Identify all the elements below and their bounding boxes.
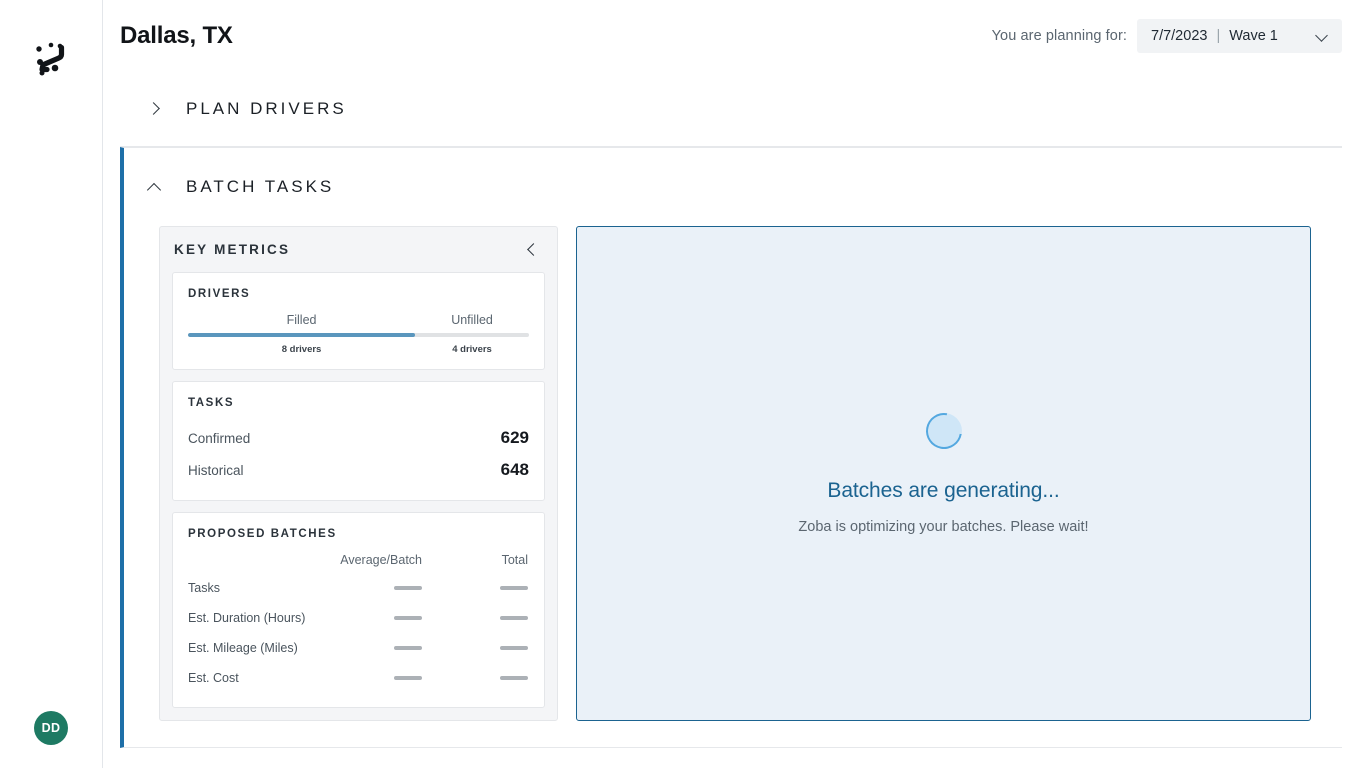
page-header: Dallas, TX You are planning for: 7/7/202… <box>103 0 1366 72</box>
wave-select[interactable]: 7/7/2023 | Wave 1 <box>1137 19 1342 53</box>
section-title-batch-tasks: BATCH TASKS <box>186 177 335 196</box>
table-row: Est. Cost <box>188 663 529 693</box>
drivers-filled-label: Filled <box>286 313 317 327</box>
wave-select-value: 7/7/2023 | Wave 1 <box>1151 28 1278 44</box>
wave-name: Wave 1 <box>1229 28 1278 44</box>
batches-loading-panel: Batches are generating... Zoba is optimi… <box>576 226 1311 721</box>
section-title-plan-drivers: PLAN DRIVERS <box>186 99 347 118</box>
skeleton-placeholder <box>500 586 528 590</box>
wave-separator: | <box>1216 28 1221 44</box>
app-root: DD Dallas, TX You are planning for: 7/7/… <box>0 0 1366 768</box>
skeleton-placeholder <box>394 616 422 620</box>
tasks-row-value: 648 <box>500 460 529 479</box>
batch-tasks-body: KEY METRICS DRIVERS Filled Unfilled 8 dr… <box>124 226 1342 747</box>
proposed-batches-row-average <box>329 616 439 620</box>
section-plan-drivers: PLAN DRIVERS <box>120 72 1342 147</box>
section-header-plan-drivers[interactable]: PLAN DRIVERS <box>120 72 1342 146</box>
proposed-batches-row-label: Tasks <box>188 581 220 595</box>
drivers-bar-labels: Filled Unfilled <box>188 313 529 327</box>
section-header-batch-tasks[interactable]: BATCH TASKS <box>124 148 1342 226</box>
header-right-group: You are planning for: 7/7/2023 | Wave 1 <box>992 19 1342 53</box>
tasks-row-label: Confirmed <box>188 431 251 446</box>
chevron-right-icon <box>146 101 162 117</box>
loading-spinner-icon <box>918 405 969 456</box>
table-row: Tasks <box>188 573 529 603</box>
table-row: Est. Mileage (Miles) <box>188 633 529 663</box>
loading-subtitle: Zoba is optimizing your batches. Please … <box>798 518 1089 535</box>
drivers-bar-counts: 8 drivers 4 drivers <box>188 344 529 355</box>
logo-container[interactable] <box>0 38 103 82</box>
drivers-card-title: DRIVERS <box>188 288 251 300</box>
skeleton-placeholder <box>500 616 528 620</box>
section-list: PLAN DRIVERS BATCH TASKS KEY METRICS DRI… <box>103 72 1366 768</box>
drivers-progress-fill <box>188 333 416 337</box>
proposed-batches-col-blank <box>188 553 329 567</box>
skeleton-placeholder <box>500 646 528 650</box>
planning-label: You are planning for: <box>991 28 1127 44</box>
chevron-left-icon[interactable] <box>523 241 541 259</box>
drivers-progress-bar <box>188 333 529 337</box>
table-row: Confirmed 629 <box>188 422 529 454</box>
chevron-up-icon <box>146 179 162 195</box>
drivers-unfilled-count: 4 drivers <box>452 344 492 355</box>
proposed-batches-card: PROPOSED BATCHES Average/Batch Total Tas… <box>172 512 545 708</box>
skeleton-placeholder <box>394 646 422 650</box>
key-metrics-title: KEY METRICS <box>174 242 291 257</box>
proposed-batches-row-total <box>439 676 529 680</box>
zoba-logo-icon <box>35 42 64 76</box>
proposed-batches-row-label: Est. Mileage (Miles) <box>188 641 298 655</box>
table-row: Est. Duration (Hours) <box>188 603 529 633</box>
section-assign-routes: ASSIGN ROUTES <box>120 748 1342 768</box>
avatar-initials: DD <box>41 721 61 735</box>
section-header-assign-routes[interactable]: ASSIGN ROUTES <box>120 748 1342 768</box>
key-metrics-panel: KEY METRICS DRIVERS Filled Unfilled 8 dr… <box>159 226 558 721</box>
drivers-unfilled-label: Unfilled <box>451 313 493 327</box>
page-title: Dallas, TX <box>120 22 233 49</box>
proposed-batches-row-label: Est. Duration (Hours) <box>188 611 306 625</box>
proposed-batches-title: PROPOSED BATCHES <box>188 528 337 540</box>
wave-date: 7/7/2023 <box>1151 28 1208 44</box>
tasks-card: TASKS Confirmed 629 Historical 648 <box>172 381 545 501</box>
loading-title: Batches are generating... <box>827 478 1060 502</box>
skeleton-placeholder <box>500 676 528 680</box>
drivers-card: DRIVERS Filled Unfilled 8 drivers 4 driv… <box>172 272 545 370</box>
proposed-batches-header-row: Average/Batch Total <box>188 553 529 567</box>
proposed-batches-col-total: Total <box>501 553 528 567</box>
main-content: Dallas, TX You are planning for: 7/7/202… <box>103 0 1366 768</box>
user-avatar[interactable]: DD <box>34 711 68 745</box>
skeleton-placeholder <box>394 586 422 590</box>
proposed-batches-row-average <box>329 676 439 680</box>
proposed-batches-row-average <box>329 586 439 590</box>
proposed-batches-row-label: Est. Cost <box>188 671 239 685</box>
proposed-batches-row-total <box>439 616 529 620</box>
tasks-card-title: TASKS <box>188 397 235 409</box>
tasks-row-value: 629 <box>500 428 529 447</box>
section-batch-tasks: BATCH TASKS KEY METRICS DRIVERS Filled U… <box>120 147 1342 748</box>
drivers-filled-count: 8 drivers <box>281 344 322 355</box>
proposed-batches-row-total <box>439 646 529 650</box>
tasks-row-label: Historical <box>188 463 244 478</box>
sidebar: DD <box>0 0 103 768</box>
proposed-batches-col-average: Average/Batch <box>340 553 422 567</box>
proposed-batches-row-total <box>439 586 529 590</box>
chevron-down-icon <box>1316 30 1328 42</box>
skeleton-placeholder <box>394 676 422 680</box>
table-row: Historical 648 <box>188 454 529 486</box>
key-metrics-header: KEY METRICS <box>172 227 545 272</box>
proposed-batches-row-average <box>329 646 439 650</box>
